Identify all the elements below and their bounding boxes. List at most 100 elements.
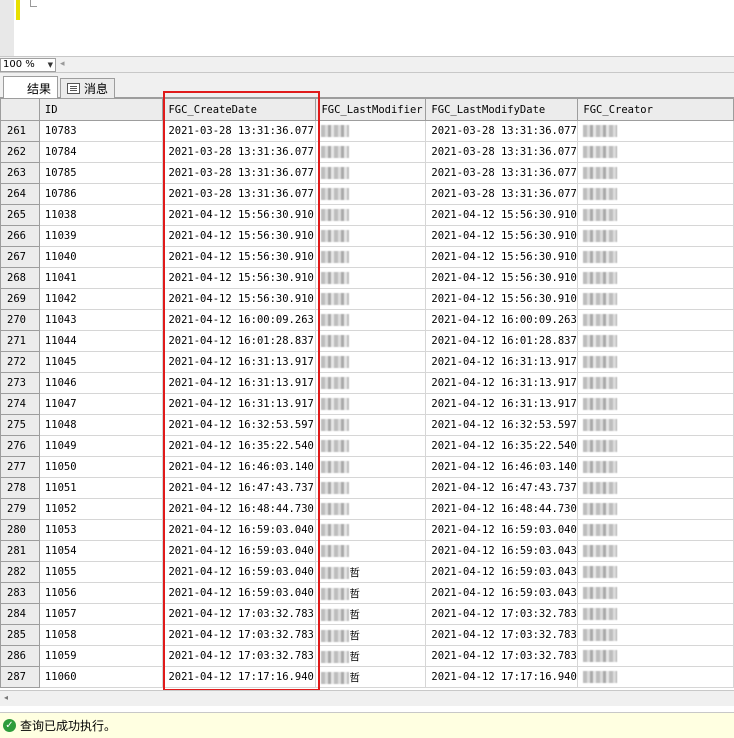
table-row[interactable]: 278 11051 2021-04-12 16:47:43.737 2021-04-1… (0, 477, 734, 499)
cell-lastmodifier[interactable] (315, 414, 427, 436)
cell-createdate[interactable]: 2021-04-12 17:03:32.783 (162, 645, 317, 667)
cell-lastmodifydate[interactable]: 2021-04-12 16:35:22.540 (425, 435, 579, 457)
cell-id[interactable]: 11047 (39, 393, 164, 415)
table-row[interactable]: 266 11039 2021-04-12 15:56:30.910 2021-04-1… (0, 225, 734, 247)
row-number[interactable]: 280 (0, 519, 40, 541)
column-header-lastmodifier[interactable]: FGC_LastModifier (315, 98, 427, 121)
row-number[interactable]: 271 (0, 330, 40, 352)
row-number[interactable]: 279 (0, 498, 40, 520)
row-number[interactable]: 281 (0, 540, 40, 562)
cell-id[interactable]: 11044 (39, 330, 164, 352)
cell-createdate[interactable]: 2021-04-12 15:56:30.910 (162, 288, 317, 310)
cell-id[interactable]: 10785 (39, 162, 164, 184)
tab-messages[interactable]: 消息 (60, 78, 116, 98)
table-row[interactable]: 262 10784 2021-03-28 13:31:36.077 2021-03-2… (0, 141, 734, 163)
cell-lastmodifier[interactable] (315, 435, 427, 457)
cell-id[interactable]: 11056 (39, 582, 164, 604)
cell-createdate[interactable]: 2021-04-12 17:03:32.783 (162, 624, 317, 646)
table-row[interactable]: 275 11048 2021-04-12 16:32:53.597 2021-04-1… (0, 414, 734, 436)
table-row[interactable]: 276 11049 2021-04-12 16:35:22.540 2021-04-1… (0, 435, 734, 457)
scroll-left-arrow-icon[interactable]: ◂ (4, 693, 8, 702)
table-row[interactable]: 261 10783 2021-03-28 13:31:36.077 2021-03-2… (0, 120, 734, 142)
cell-creator[interactable] (577, 120, 734, 142)
cell-createdate[interactable]: 2021-04-12 16:35:22.540 (162, 435, 317, 457)
cell-creator[interactable] (577, 183, 734, 205)
table-row[interactable]: 277 11050 2021-04-12 16:46:03.140 2021-04-1… (0, 456, 734, 478)
cell-createdate[interactable]: 2021-04-12 16:31:13.917 (162, 393, 317, 415)
cell-lastmodifydate[interactable]: 2021-04-12 16:00:09.263 (425, 309, 579, 331)
cell-creator[interactable] (577, 498, 734, 520)
cell-createdate[interactable]: 2021-04-12 16:32:53.597 (162, 414, 317, 436)
cell-lastmodifier[interactable]: 哲 (315, 645, 427, 667)
cell-lastmodifier[interactable]: 哲 (315, 624, 427, 646)
table-row[interactable]: 281 11054 2021-04-12 16:59:03.040 2021-04-1… (0, 540, 734, 562)
table-row[interactable]: 286 11059 2021-04-12 17:03:32.783 哲 2021-04-… (0, 645, 734, 667)
cell-creator[interactable] (577, 435, 734, 457)
row-number[interactable]: 262 (0, 141, 40, 163)
scroll-left-icon[interactable]: ◂ (60, 59, 65, 69)
column-header-id[interactable]: ID (38, 98, 164, 121)
row-number[interactable]: 272 (0, 351, 40, 373)
cell-creator[interactable] (577, 414, 734, 436)
cell-creator[interactable] (577, 141, 734, 163)
cell-lastmodifydate[interactable]: 2021-04-12 16:59:03.043 (425, 561, 579, 583)
cell-creator[interactable] (577, 162, 734, 184)
cell-createdate[interactable]: 2021-04-12 17:03:32.783 (162, 603, 317, 625)
row-number[interactable]: 283 (0, 582, 40, 604)
cell-lastmodifydate[interactable]: 2021-04-12 15:56:30.910 (425, 267, 579, 289)
cell-createdate[interactable]: 2021-03-28 13:31:36.077 (162, 141, 317, 163)
cell-creator[interactable] (577, 309, 734, 331)
table-row[interactable]: 279 11052 2021-04-12 16:48:44.730 2021-04-1… (0, 498, 734, 520)
cell-lastmodifier[interactable] (315, 498, 427, 520)
cell-creator[interactable] (577, 582, 734, 604)
cell-lastmodifier[interactable] (315, 393, 427, 415)
column-header-createdate[interactable]: FGC_CreateDate (162, 98, 317, 121)
row-number[interactable]: 275 (0, 414, 40, 436)
cell-id[interactable]: 11054 (39, 540, 164, 562)
table-row[interactable]: 270 11043 2021-04-12 16:00:09.263 2021-04-1… (0, 309, 734, 331)
row-number[interactable]: 286 (0, 645, 40, 667)
row-number[interactable]: 282 (0, 561, 40, 583)
cell-id[interactable]: 11038 (39, 204, 164, 226)
cell-id[interactable]: 11057 (39, 603, 164, 625)
cell-lastmodifier[interactable]: 哲 (315, 561, 427, 583)
table-row[interactable]: 263 10785 2021-03-28 13:31:36.077 2021-03-2… (0, 162, 734, 184)
cell-lastmodifydate[interactable]: 2021-04-12 17:17:16.940 (425, 666, 579, 688)
cell-creator[interactable] (577, 330, 734, 352)
row-number[interactable]: 285 (0, 624, 40, 646)
table-row[interactable]: 267 11040 2021-04-12 15:56:30.910 2021-04-1… (0, 246, 734, 268)
cell-createdate[interactable]: 2021-04-12 17:17:16.940 (162, 666, 317, 688)
cell-createdate[interactable]: 2021-03-28 13:31:36.077 (162, 162, 317, 184)
table-row[interactable]: 271 11044 2021-04-12 16:01:28.837 2021-04-1… (0, 330, 734, 352)
row-number[interactable]: 268 (0, 267, 40, 289)
cell-creator[interactable] (577, 267, 734, 289)
cell-id[interactable]: 11045 (39, 351, 164, 373)
table-row[interactable]: 272 11045 2021-04-12 16:31:13.917 2021-04-1… (0, 351, 734, 373)
cell-creator[interactable] (577, 645, 734, 667)
cell-createdate[interactable]: 2021-04-12 16:46:03.140 (162, 456, 317, 478)
table-row[interactable]: 287 11060 2021-04-12 17:17:16.940 哲 2021-04-… (0, 666, 734, 688)
cell-id[interactable]: 11052 (39, 498, 164, 520)
table-row[interactable]: 284 11057 2021-04-12 17:03:32.783 哲 2021-04-… (0, 603, 734, 625)
cell-lastmodifier[interactable] (315, 351, 427, 373)
cell-lastmodifydate[interactable]: 2021-04-12 16:47:43.737 (425, 477, 579, 499)
grid-corner[interactable] (0, 98, 40, 121)
row-number[interactable]: 264 (0, 183, 40, 205)
cell-id[interactable]: 11046 (39, 372, 164, 394)
cell-createdate[interactable]: 2021-04-12 16:59:03.040 (162, 540, 317, 562)
cell-lastmodifier[interactable] (315, 267, 427, 289)
cell-lastmodifier[interactable] (315, 540, 427, 562)
cell-creator[interactable] (577, 456, 734, 478)
cell-lastmodifydate[interactable]: 2021-04-12 15:56:30.910 (425, 225, 579, 247)
cell-lastmodifydate[interactable]: 2021-03-28 13:31:36.077 (425, 162, 579, 184)
cell-id[interactable]: 11042 (39, 288, 164, 310)
cell-createdate[interactable]: 2021-03-28 13:31:36.077 (162, 183, 317, 205)
row-number[interactable]: 274 (0, 393, 40, 415)
cell-lastmodifier[interactable] (315, 309, 427, 331)
cell-lastmodifier[interactable] (315, 456, 427, 478)
table-row[interactable]: 264 10786 2021-03-28 13:31:36.077 2021-03-2… (0, 183, 734, 205)
table-row[interactable]: 269 11042 2021-04-12 15:56:30.910 2021-04-1… (0, 288, 734, 310)
row-number[interactable]: 267 (0, 246, 40, 268)
cell-lastmodifier[interactable] (315, 120, 427, 142)
cell-lastmodifydate[interactable]: 2021-04-12 16:59:03.043 (425, 582, 579, 604)
